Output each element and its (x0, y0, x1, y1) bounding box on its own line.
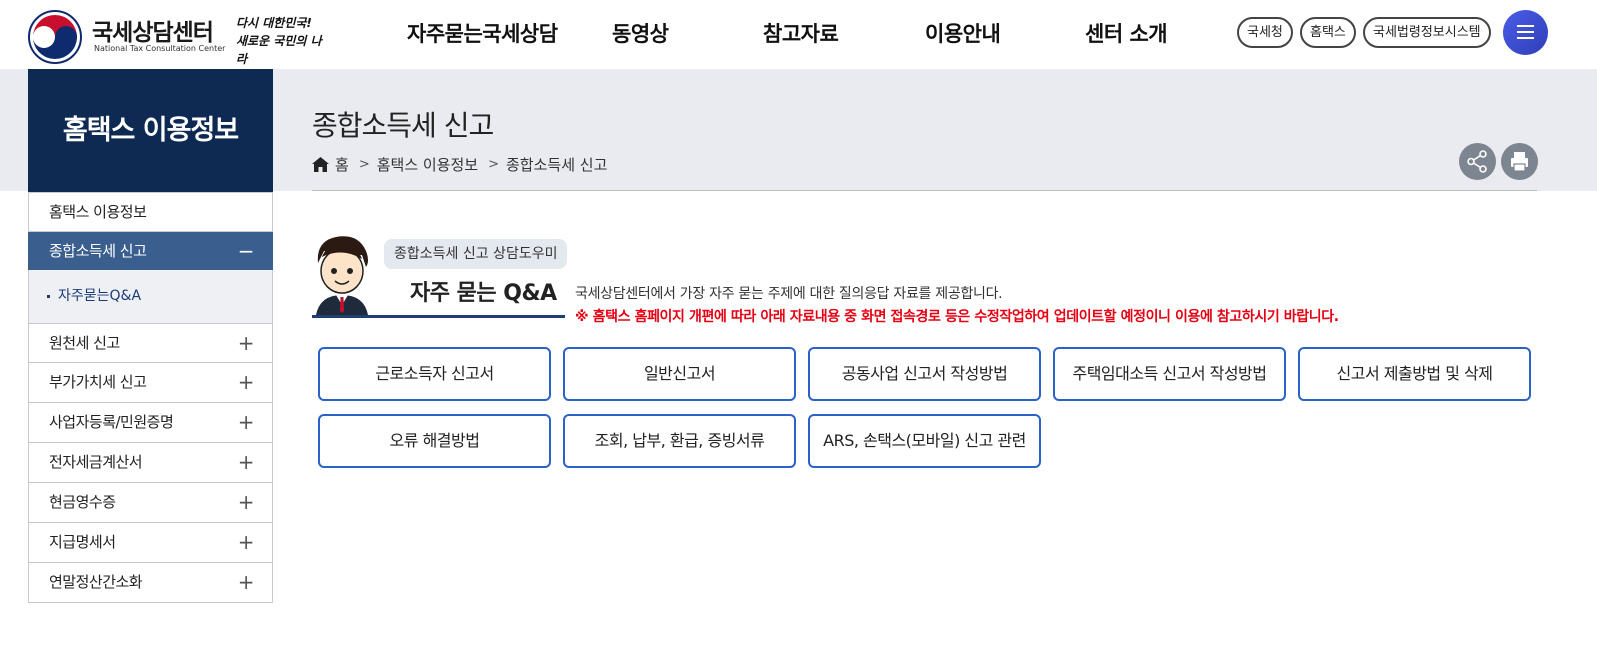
faq-description: 국세상담센터에서 가장 자주 묻는 주제에 대한 질의응답 자료를 제공합니다. (575, 286, 1003, 302)
breadcrumb-hometax-info[interactable]: 홈택스 이용정보 (377, 154, 478, 175)
gnb-item-reference[interactable]: 참고자료 (763, 18, 839, 48)
bullet-icon (47, 294, 50, 298)
breadcrumb: 홈 > 홈택스 이용정보 > 종합소득세 신고 (312, 154, 607, 175)
gnb-item-video[interactable]: 동영상 (612, 18, 669, 48)
share-icon (1467, 150, 1487, 173)
sidebar-item-year-end-settlement[interactable]: 연말정산간소화 + (28, 563, 273, 603)
sidebar-item-label: 홈택스 이용정보 (49, 203, 147, 221)
hamburger-icon (1517, 25, 1534, 27)
sidebar-item-label: 현금영수증 (49, 493, 116, 511)
logo-title: 국세상담센터 (92, 20, 214, 46)
taegeuk-emblem-icon (28, 10, 82, 64)
logo-slogan-line1: 다시 대한민국! (236, 16, 312, 30)
util-link-nts[interactable]: 국세청 (1237, 17, 1293, 48)
faq-category-pill: 종합소득세 신고 상담도우미 (384, 239, 568, 269)
topic-button-inquiry-payment[interactable]: 조회, 납부, 환급, 증빙서류 (563, 414, 796, 468)
sidebar-subitem-faq[interactable]: 자주묻는Q&A (28, 270, 273, 323)
gnb-item-about[interactable]: 센터 소개 (1085, 18, 1168, 48)
breadcrumb-home[interactable]: 홈 (335, 154, 349, 175)
home-icon[interactable] (312, 157, 329, 172)
sidebar-item-label: 지급명세서 (49, 533, 116, 551)
sidebar-item-label: 종합소득세 신고 (49, 242, 147, 260)
print-icon (1511, 152, 1528, 172)
gnb-item-guide[interactable]: 이용안내 (925, 18, 1001, 48)
faq-notice: ※ 홈택스 홈페이지 개편에 따라 아래 자료내용 중 화면 접속경로 등은 수… (575, 309, 1339, 325)
sidebar-item-label: 원천세 신고 (49, 334, 120, 352)
hamburger-menu-button[interactable] (1503, 10, 1548, 55)
breadcrumb-current: 종합소득세 신고 (506, 156, 608, 174)
topic-button-joint-business[interactable]: 공동사업 신고서 작성방법 (808, 347, 1041, 401)
topic-button-submit-delete[interactable]: 신고서 제출방법 및 삭제 (1298, 347, 1531, 401)
util-link-hometax[interactable]: 홈택스 (1300, 17, 1356, 48)
page-title: 종합소득세 신고 (312, 109, 494, 142)
sidebar-item-vat[interactable]: 부가가치세 신고 + (28, 363, 273, 403)
plus-icon: + (237, 410, 255, 434)
util-link-law-system[interactable]: 국세법령정보시스템 (1363, 17, 1491, 48)
topic-button-general-return[interactable]: 일반신고서 (563, 347, 796, 401)
topic-button-error-fix[interactable]: 오류 해결방법 (318, 414, 551, 468)
gnb-item-faq[interactable]: 자주묻는국세상담 (407, 18, 558, 48)
plus-icon: + (237, 490, 255, 514)
sidebar-item-hometax-info[interactable]: 홈택스 이용정보 (28, 192, 273, 232)
sidebar-subitem-label: 자주묻는Q&A (58, 288, 142, 304)
plus-icon: + (237, 331, 255, 355)
topic-button-housing-rental[interactable]: 주택임대소득 신고서 작성방법 (1053, 347, 1286, 401)
sidebar-item-cash-receipt[interactable]: 현금영수증 + (28, 483, 273, 523)
sidebar-item-label: 사업자등록/민원증명 (49, 413, 174, 431)
minus-icon: − (237, 239, 255, 263)
topic-button-ars-mobile[interactable]: ARS, 손택스(모바일) 신고 관련 (808, 414, 1041, 468)
plus-icon: + (237, 530, 255, 554)
sidebar-item-withholding[interactable]: 원천세 신고 + (28, 323, 273, 363)
sidebar-item-payment-statement[interactable]: 지급명세서 + (28, 523, 273, 563)
plus-icon: + (237, 450, 255, 474)
chevron-right-icon: > (358, 157, 370, 172)
topic-button-wage-earner[interactable]: 근로소득자 신고서 (318, 347, 551, 401)
sidebar-title: 홈택스 이용정보 (28, 69, 273, 192)
sidebar-item-business-registration[interactable]: 사업자등록/민원증명 + (28, 403, 273, 443)
mascot-character-icon (316, 236, 368, 315)
sidebar-item-e-invoice[interactable]: 전자세금계산서 + (28, 443, 273, 483)
sidebar-item-income-tax[interactable]: 종합소득세 신고 − (28, 232, 273, 270)
faq-section-title: 자주 묻는 Q&A (410, 281, 557, 306)
logo-subtitle: National Tax Consultation Center (94, 44, 226, 53)
sidebar-item-label: 부가가치세 신고 (49, 373, 147, 391)
logo-slogan-line2: 새로운 국민의 나라 (236, 34, 322, 66)
faq-title-underline (312, 315, 565, 318)
title-divider (312, 190, 1537, 191)
logo-slogan: 다시 대한민국! 새로운 국민의 나라 (236, 14, 328, 68)
plus-icon: + (237, 370, 255, 394)
site-logo[interactable]: 국세상담센터 National Tax Consultation Center … (28, 10, 328, 66)
chevron-right-icon: > (488, 157, 499, 172)
share-button[interactable] (1459, 143, 1496, 180)
site-header: 국세상담센터 National Tax Consultation Center … (0, 0, 1597, 69)
sidebar-nav: 홈택스 이용정보 종합소득세 신고 − 자주묻는Q&A 원천세 신고 + 부가가… (28, 192, 273, 603)
sidebar-item-label: 전자세금계산서 (49, 453, 143, 471)
plus-icon: + (237, 570, 255, 594)
sidebar-item-label: 연말정산간소화 (49, 573, 143, 591)
print-button[interactable] (1501, 143, 1538, 180)
